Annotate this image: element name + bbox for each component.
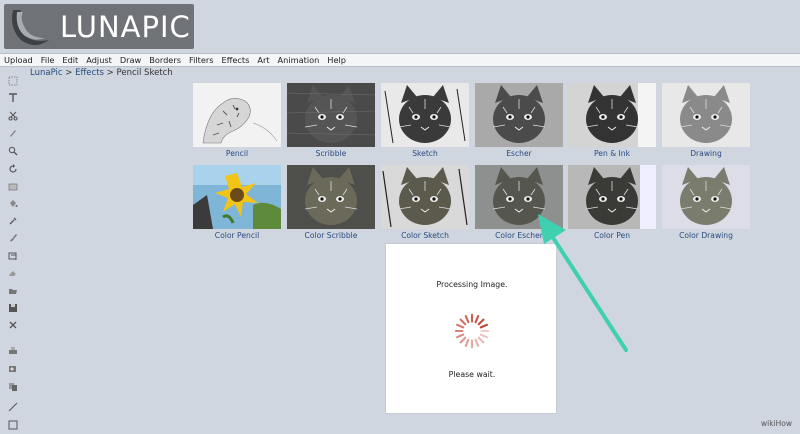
effect-color-pencil[interactable]: Color Pencil — [193, 165, 281, 240]
breadcrumb-separator: > — [62, 68, 76, 78]
header: LUNAPIC — [0, 0, 800, 52]
spinner-tick — [477, 336, 485, 344]
select-icon[interactable] — [5, 74, 21, 88]
menubar: Upload File Edit Adjust Draw Borders Fil… — [0, 53, 800, 67]
effect-label: Scribble — [315, 149, 347, 158]
effect-pen-ink[interactable]: Pen & Ink — [568, 83, 656, 158]
pencil-thumbnail — [193, 83, 281, 147]
print-icon[interactable] — [5, 344, 21, 358]
layers-icon[interactable] — [5, 249, 21, 263]
menu-edit[interactable]: Edit — [62, 55, 78, 65]
brush-icon[interactable] — [5, 231, 21, 245]
effect-sketch[interactable]: Sketch — [381, 83, 469, 158]
escher-thumbnail — [475, 83, 563, 147]
breadcrumb-separator: > — [103, 68, 117, 78]
rotate-icon[interactable] — [5, 162, 21, 176]
eyedropper-icon[interactable] — [5, 214, 21, 228]
open-folder-icon[interactable] — [5, 284, 21, 298]
menu-help[interactable]: Help — [327, 55, 346, 65]
scissors-icon[interactable] — [5, 109, 21, 123]
save-icon[interactable] — [5, 301, 21, 315]
line-icon[interactable] — [5, 400, 21, 414]
scribble-thumbnail — [287, 83, 375, 147]
close-icon[interactable] — [5, 318, 21, 332]
eraser-icon[interactable] — [5, 266, 21, 280]
menu-animation[interactable]: Animation — [278, 55, 320, 65]
spinner-tick — [477, 318, 485, 326]
effect-label: Pen & Ink — [594, 149, 630, 158]
menu-file[interactable]: File — [41, 55, 55, 65]
zoom-icon[interactable] — [5, 144, 21, 158]
spinner-tick — [479, 333, 488, 339]
color-scribble-thumbnail — [287, 165, 375, 229]
color-sketch-thumbnail — [381, 165, 469, 229]
spinner-tick — [474, 338, 480, 347]
rectangle-icon[interactable] — [5, 418, 21, 432]
menu-upload[interactable]: Upload — [4, 55, 33, 65]
menu-borders[interactable]: Borders — [149, 55, 181, 65]
spinner-tick — [456, 323, 465, 329]
menu-art[interactable]: Art — [257, 55, 269, 65]
effect-color-drawing[interactable]: Color Drawing — [662, 165, 750, 240]
effect-label: Drawing — [690, 149, 722, 158]
logo-swirl-icon — [12, 10, 49, 45]
text-icon[interactable] — [5, 91, 21, 105]
pencil-icon[interactable] — [5, 126, 21, 140]
menu-adjust[interactable]: Adjust — [86, 55, 112, 65]
effect-label: Color Drawing — [679, 231, 733, 240]
breadcrumb: LunaPic > Effects > Pencil Sketch — [30, 68, 173, 78]
sketch-thumbnail — [381, 83, 469, 147]
logo-text: LUNAPIC — [60, 10, 191, 44]
spinner-tick — [459, 318, 467, 326]
spinner-tick — [474, 315, 480, 324]
copy-icon[interactable] — [5, 380, 21, 394]
effect-scribble[interactable]: Scribble — [287, 83, 375, 158]
effect-color-scribble[interactable]: Color Scribble — [287, 165, 375, 240]
effect-pencil[interactable]: Pencil — [193, 83, 281, 158]
spinner-tick — [459, 336, 467, 344]
menu-filters[interactable]: Filters — [189, 55, 214, 65]
spinner-tick — [479, 323, 488, 329]
effect-drawing[interactable]: Drawing — [662, 83, 750, 158]
effect-label: Sketch — [412, 149, 438, 158]
crop-icon[interactable] — [5, 180, 21, 194]
color-pencil-thumbnail — [193, 165, 281, 229]
spinner-tick — [456, 333, 465, 339]
effect-label: Color Scribble — [304, 231, 358, 240]
please-wait-text: Please wait. — [448, 370, 496, 379]
effect-label: Color Sketch — [401, 231, 449, 240]
spinner-tick — [464, 338, 470, 347]
fill-bucket-icon[interactable] — [5, 197, 21, 211]
loading-spinner-icon — [454, 313, 490, 349]
spinner-tick — [464, 315, 470, 324]
left-toolbar — [5, 74, 21, 434]
effect-label: Color Pencil — [214, 231, 260, 240]
effect-label: Pencil — [225, 149, 249, 158]
pen-ink-thumbnail — [568, 83, 656, 147]
effect-escher[interactable]: Escher — [475, 83, 563, 158]
breadcrumb-lunapic[interactable]: LunaPic — [30, 68, 63, 78]
menu-effects[interactable]: Effects — [222, 55, 250, 65]
menu-draw[interactable]: Draw — [120, 55, 141, 65]
wikihow-watermark: wikiHow — [760, 419, 792, 428]
color-drawing-thumbnail — [662, 165, 750, 229]
rotate-page-icon[interactable] — [5, 362, 21, 376]
breadcrumb-current: Pencil Sketch — [116, 68, 173, 78]
drawing-thumbnail — [662, 83, 750, 147]
lunapic-logo[interactable]: LUNAPIC — [4, 4, 194, 49]
annotation-arrow-icon — [538, 214, 628, 352]
effect-label: Escher — [506, 149, 532, 158]
effect-color-sketch[interactable]: Color Sketch — [381, 165, 469, 240]
breadcrumb-effects[interactable]: Effects — [75, 68, 104, 78]
